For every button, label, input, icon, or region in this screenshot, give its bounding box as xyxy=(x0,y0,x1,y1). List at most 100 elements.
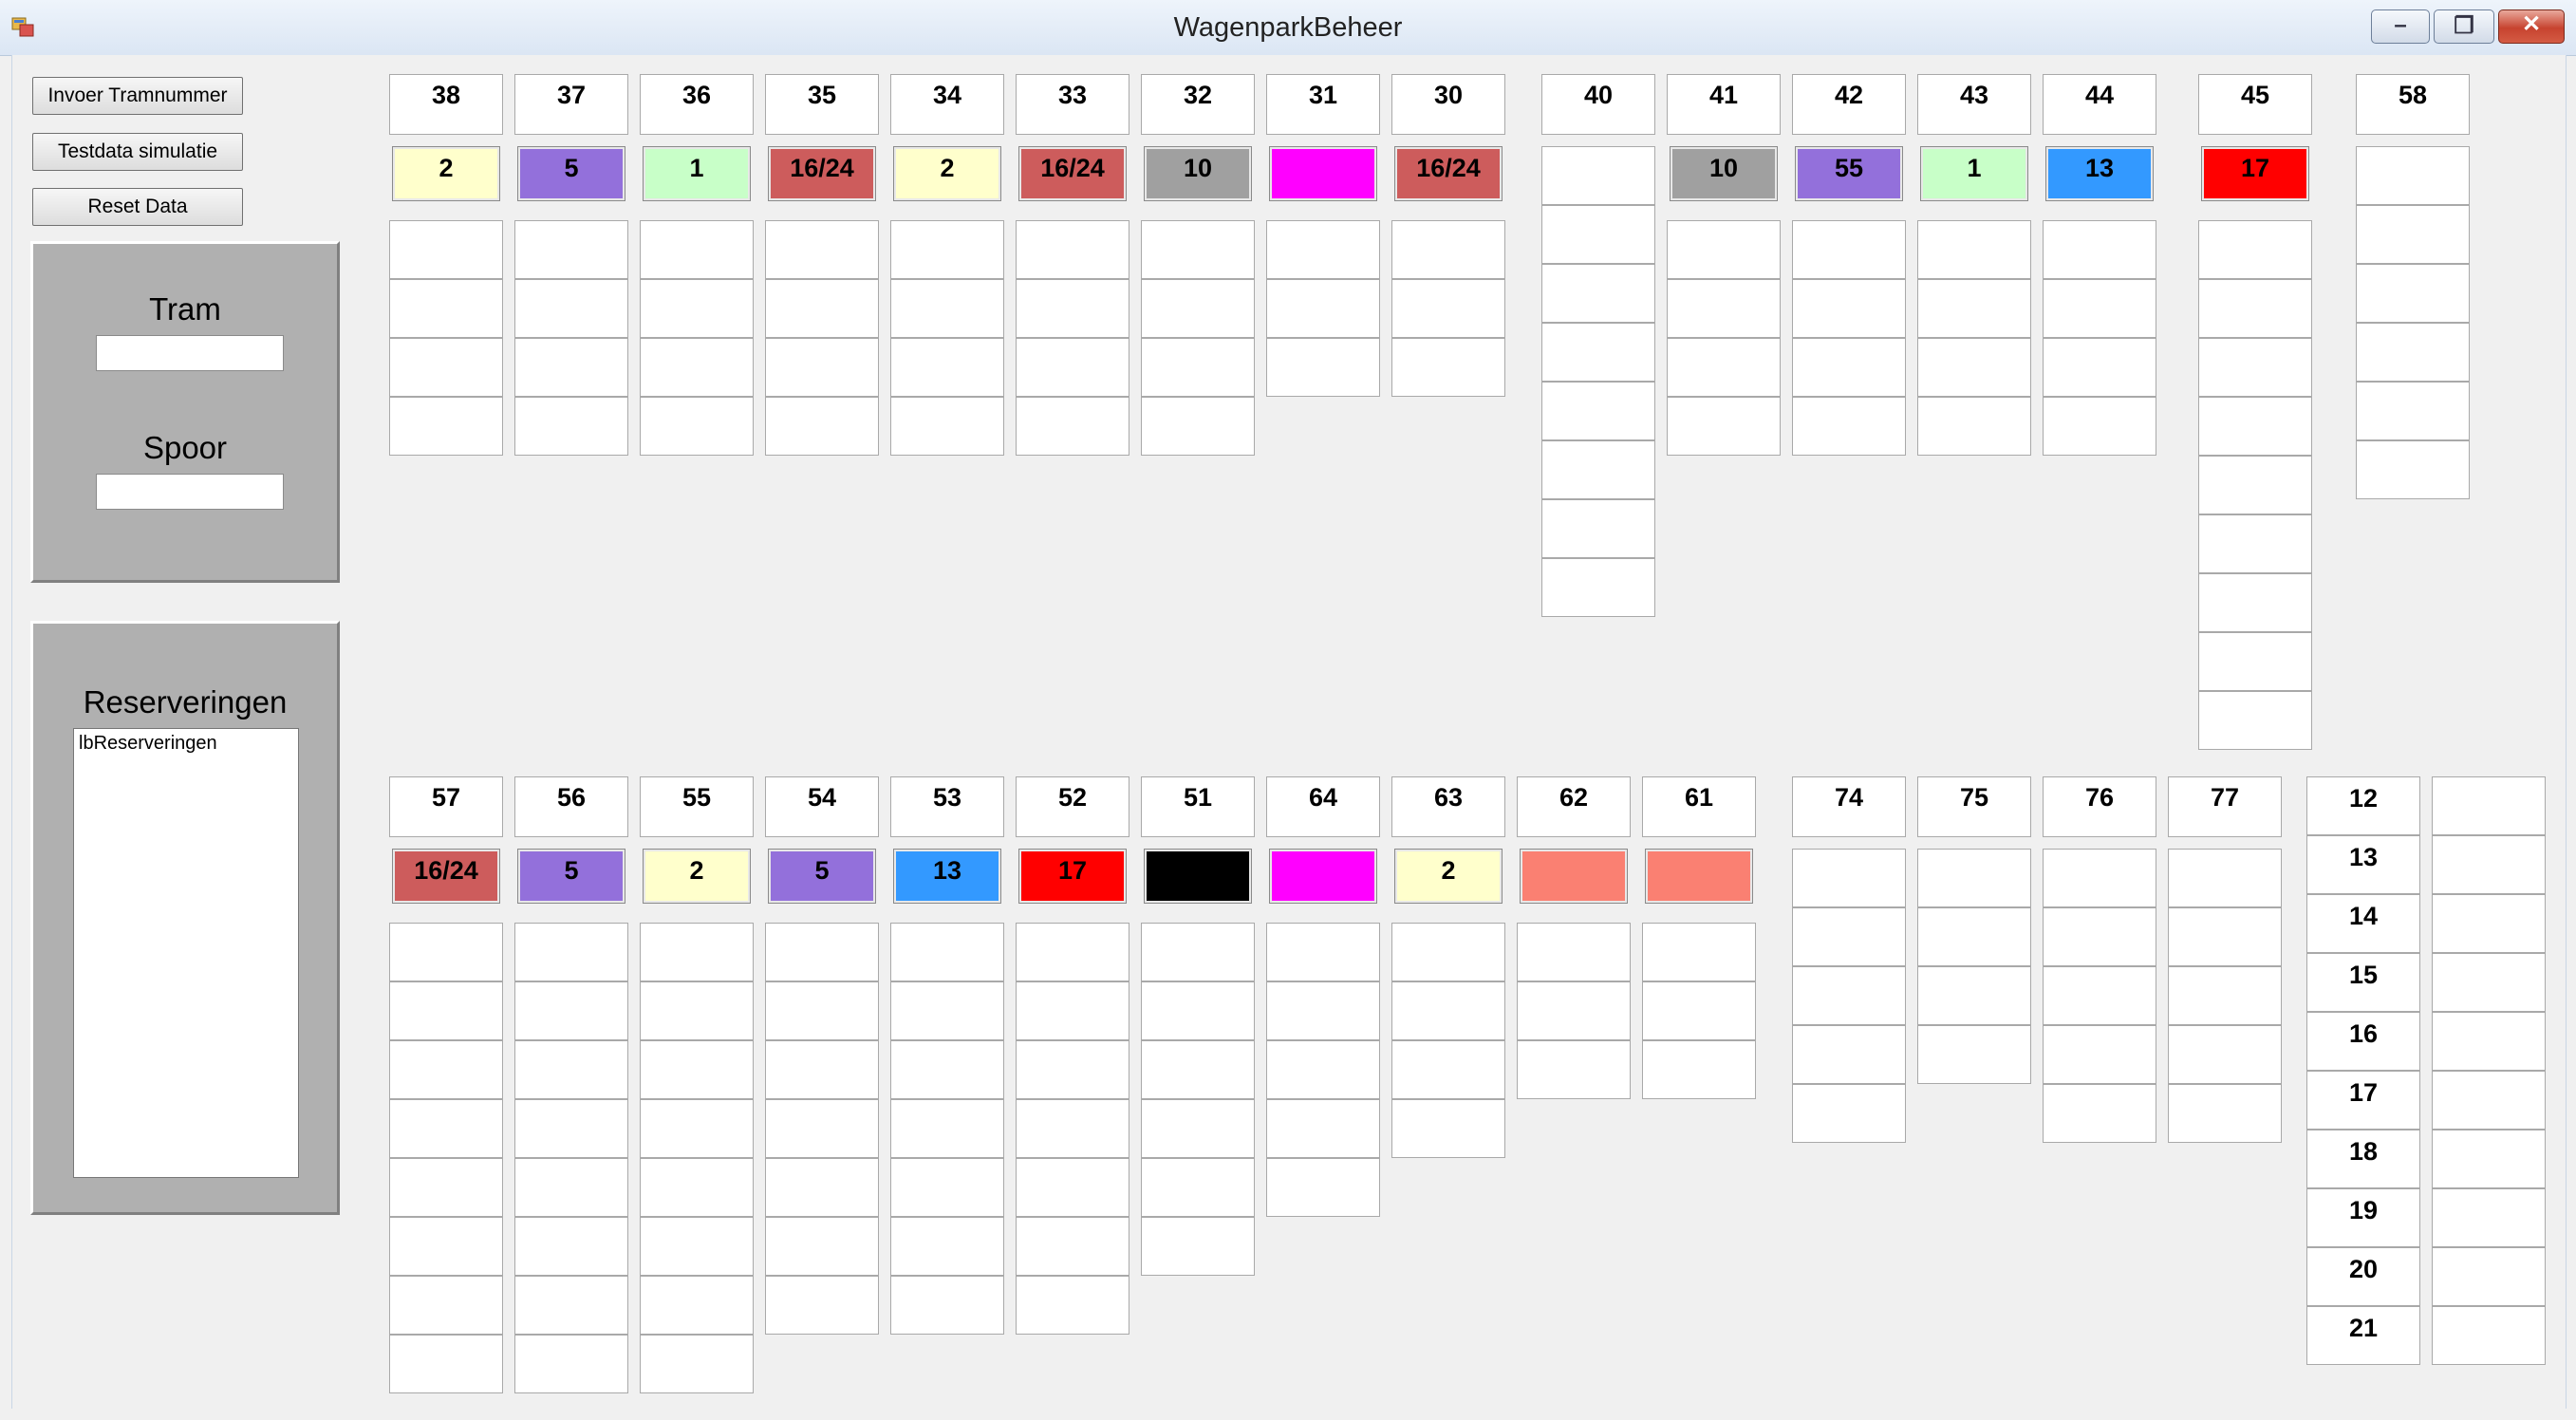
empty-slot[interactable] xyxy=(2432,1130,2546,1188)
empty-slot[interactable] xyxy=(2356,382,2470,440)
empty-slot[interactable] xyxy=(890,981,1004,1040)
empty-slot[interactable] xyxy=(1792,907,1906,966)
empty-slot[interactable] xyxy=(2043,966,2156,1025)
empty-slot[interactable] xyxy=(1141,338,1255,397)
empty-slot[interactable] xyxy=(890,1217,1004,1276)
empty-slot[interactable] xyxy=(640,279,754,338)
tram-cell[interactable] xyxy=(1269,849,1377,904)
empty-slot[interactable] xyxy=(640,338,754,397)
empty-slot[interactable] xyxy=(890,338,1004,397)
tram-cell[interactable] xyxy=(1520,849,1628,904)
tram-cell[interactable]: 5 xyxy=(517,146,625,201)
empty-slot[interactable] xyxy=(640,1040,754,1099)
empty-slot[interactable] xyxy=(2356,264,2470,323)
empty-slot[interactable] xyxy=(1266,981,1380,1040)
empty-slot[interactable] xyxy=(1391,981,1505,1040)
empty-slot[interactable] xyxy=(765,1276,879,1335)
tram-cell[interactable]: 10 xyxy=(1670,146,1778,201)
empty-slot[interactable] xyxy=(389,1335,503,1393)
empty-slot[interactable] xyxy=(765,1217,879,1276)
empty-slot[interactable] xyxy=(1391,279,1505,338)
empty-slot[interactable] xyxy=(389,220,503,279)
empty-slot[interactable] xyxy=(1016,397,1129,456)
empty-slot[interactable] xyxy=(1667,397,1781,456)
empty-slot[interactable] xyxy=(1016,338,1129,397)
empty-slot[interactable] xyxy=(514,279,628,338)
empty-slot[interactable] xyxy=(1541,264,1655,323)
empty-slot[interactable] xyxy=(1792,279,1906,338)
empty-slot[interactable] xyxy=(514,1158,628,1217)
empty-slot[interactable] xyxy=(1016,220,1129,279)
empty-slot[interactable] xyxy=(1642,923,1756,981)
reset-data-button[interactable]: Reset Data xyxy=(32,188,243,226)
tram-cell[interactable] xyxy=(1269,146,1377,201)
tram-cell[interactable]: 1 xyxy=(643,146,751,201)
empty-slot[interactable] xyxy=(2043,279,2156,338)
empty-slot[interactable] xyxy=(1016,1217,1129,1276)
track-number-cell[interactable]: 16 xyxy=(2306,1012,2420,1071)
empty-slot[interactable] xyxy=(1016,279,1129,338)
empty-slot[interactable] xyxy=(1917,907,2031,966)
empty-slot[interactable] xyxy=(1141,397,1255,456)
track-number-cell[interactable]: 13 xyxy=(2306,835,2420,894)
empty-slot[interactable] xyxy=(1016,1099,1129,1158)
empty-slot[interactable] xyxy=(514,923,628,981)
empty-slot[interactable] xyxy=(2043,338,2156,397)
empty-slot[interactable] xyxy=(1016,1276,1129,1335)
empty-slot[interactable] xyxy=(514,1335,628,1393)
tram-cell[interactable] xyxy=(1645,849,1753,904)
tram-cell[interactable]: 16/24 xyxy=(768,146,876,201)
empty-slot[interactable] xyxy=(2168,1025,2282,1084)
tram-cell[interactable]: 2 xyxy=(643,849,751,904)
empty-slot[interactable] xyxy=(1792,1084,1906,1143)
empty-slot[interactable] xyxy=(1141,923,1255,981)
empty-slot[interactable] xyxy=(1016,981,1129,1040)
tram-cell[interactable] xyxy=(1144,849,1252,904)
empty-slot[interactable] xyxy=(1266,1040,1380,1099)
empty-slot[interactable] xyxy=(2043,1025,2156,1084)
empty-slot[interactable] xyxy=(1917,849,2031,907)
empty-slot[interactable] xyxy=(1917,1025,2031,1084)
empty-slot[interactable] xyxy=(640,1276,754,1335)
empty-slot[interactable] xyxy=(1266,1158,1380,1217)
empty-slot[interactable] xyxy=(2432,1306,2546,1365)
empty-slot[interactable] xyxy=(2043,1084,2156,1143)
empty-slot[interactable] xyxy=(1266,1099,1380,1158)
empty-slot[interactable] xyxy=(2198,691,2312,750)
empty-slot[interactable] xyxy=(1016,1158,1129,1217)
empty-slot[interactable] xyxy=(1541,382,1655,440)
empty-slot[interactable] xyxy=(1141,981,1255,1040)
tram-cell[interactable]: 16/24 xyxy=(392,849,500,904)
empty-slot[interactable] xyxy=(514,338,628,397)
empty-slot[interactable] xyxy=(765,981,879,1040)
tram-cell[interactable]: 10 xyxy=(1144,146,1252,201)
empty-slot[interactable] xyxy=(2356,323,2470,382)
empty-slot[interactable] xyxy=(389,1276,503,1335)
empty-slot[interactable] xyxy=(1517,981,1631,1040)
empty-slot[interactable] xyxy=(640,923,754,981)
empty-slot[interactable] xyxy=(2043,397,2156,456)
empty-slot[interactable] xyxy=(2043,220,2156,279)
empty-slot[interactable] xyxy=(389,338,503,397)
empty-slot[interactable] xyxy=(514,220,628,279)
empty-slot[interactable] xyxy=(640,1335,754,1393)
empty-slot[interactable] xyxy=(765,279,879,338)
empty-slot[interactable] xyxy=(1642,1040,1756,1099)
empty-slot[interactable] xyxy=(389,981,503,1040)
empty-slot[interactable] xyxy=(765,220,879,279)
empty-slot[interactable] xyxy=(1792,220,1906,279)
empty-slot[interactable] xyxy=(2198,632,2312,691)
empty-slot[interactable] xyxy=(640,1217,754,1276)
empty-slot[interactable] xyxy=(890,923,1004,981)
empty-slot[interactable] xyxy=(2198,573,2312,632)
empty-slot[interactable] xyxy=(1266,338,1380,397)
empty-slot[interactable] xyxy=(389,923,503,981)
empty-slot[interactable] xyxy=(890,397,1004,456)
empty-slot[interactable] xyxy=(1541,323,1655,382)
track-number-cell[interactable]: 17 xyxy=(2306,1071,2420,1130)
track-number-cell[interactable]: 20 xyxy=(2306,1247,2420,1306)
tram-cell[interactable]: 55 xyxy=(1795,146,1903,201)
empty-slot[interactable] xyxy=(1792,849,1906,907)
empty-slot[interactable] xyxy=(2198,397,2312,456)
empty-slot[interactable] xyxy=(2432,894,2546,953)
